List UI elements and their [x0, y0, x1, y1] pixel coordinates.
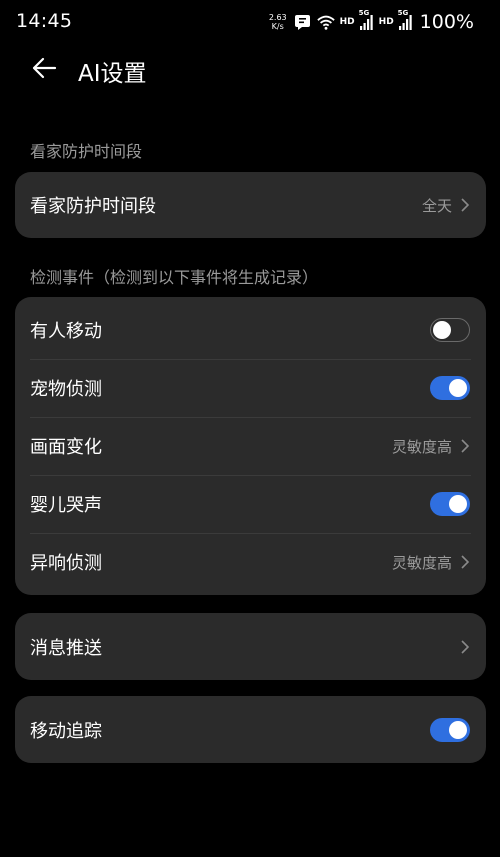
wifi-icon	[316, 15, 335, 30]
app-header: AI设置	[0, 48, 500, 92]
person-motion-toggle[interactable]	[430, 318, 470, 342]
baby-cry-label: 婴儿哭声	[30, 495, 102, 516]
scene-change-sensitivity: 灵敏度高	[391, 437, 452, 456]
baby-cry-toggle[interactable]	[430, 492, 470, 516]
signal-sim2: 5G	[398, 9, 413, 30]
chevron-right-icon	[461, 198, 470, 212]
message-push-label: 消息推送	[30, 637, 102, 659]
guard-period-row[interactable]: 看家防护时间段 全天	[15, 172, 486, 238]
card-guard-period: 看家防护时间段 全天	[15, 172, 486, 238]
status-time: 14:45	[16, 10, 73, 32]
scene-change-label: 画面变化	[30, 437, 102, 458]
pet-detection-toggle[interactable]	[430, 376, 470, 400]
network-type-2: 5G	[397, 9, 409, 17]
pet-detection-label: 宠物侦测	[30, 379, 102, 400]
battery-level: 100%	[419, 11, 474, 33]
signal-sim1: 5G	[359, 9, 374, 30]
chevron-right-icon	[461, 639, 470, 654]
card-message-push: 消息推送	[15, 613, 486, 680]
card-motion-tracking: 移动追踪	[15, 696, 486, 763]
chevron-right-icon	[461, 439, 470, 453]
toggle-knob	[433, 320, 451, 339]
person-motion-label: 有人移动	[30, 321, 102, 342]
status-icons: 2.63 K/s HD 5G HD 5G 100%	[269, 8, 474, 36]
abnormal-sound-sensitivity: 灵敏度高	[391, 553, 452, 572]
hd-badge-1: HD	[339, 17, 355, 27]
row-abnormal-sound[interactable]: 异响侦测 灵敏度高	[15, 533, 486, 591]
page-title: AI设置	[78, 61, 147, 87]
row-pet-detection[interactable]: 宠物侦测	[15, 359, 486, 417]
card-detection-events: 有人移动 宠物侦测 画面变化 灵敏度高 婴儿哭声 异响侦测 灵敏度高	[15, 297, 486, 595]
guard-period-label: 看家防护时间段	[30, 196, 156, 217]
toggle-knob	[449, 495, 467, 513]
notification-message-icon	[294, 15, 310, 30]
guard-period-value: 全天	[421, 196, 452, 215]
row-message-push[interactable]: 消息推送	[15, 613, 486, 680]
row-motion-tracking[interactable]: 移动追踪	[15, 696, 486, 763]
row-person-motion[interactable]: 有人移动	[15, 301, 486, 359]
row-baby-cry[interactable]: 婴儿哭声	[15, 475, 486, 533]
row-scene-change[interactable]: 画面变化 灵敏度高	[15, 417, 486, 475]
network-type-1: 5G	[358, 9, 370, 17]
abnormal-sound-label: 异响侦测	[30, 553, 102, 574]
section-label-guard-period: 看家防护时间段	[30, 142, 143, 161]
motion-tracking-label: 移动追踪	[30, 720, 102, 742]
status-bar: 14:45 2.63 K/s HD 5G HD 5G 100%	[0, 0, 500, 44]
network-speed-value: 2.63	[268, 13, 287, 22]
back-arrow-icon[interactable]	[30, 54, 58, 82]
toggle-knob	[449, 379, 467, 397]
network-speed: 2.63 K/s	[269, 13, 287, 31]
motion-tracking-toggle[interactable]	[430, 717, 470, 742]
chevron-right-icon	[461, 555, 470, 569]
hd-badge-2: HD	[378, 17, 394, 27]
toggle-knob	[449, 720, 467, 739]
section-label-detection-events: 检测事件（检测到以下事件将生成记录）	[30, 268, 319, 287]
network-speed-unit: K/s	[271, 22, 284, 31]
